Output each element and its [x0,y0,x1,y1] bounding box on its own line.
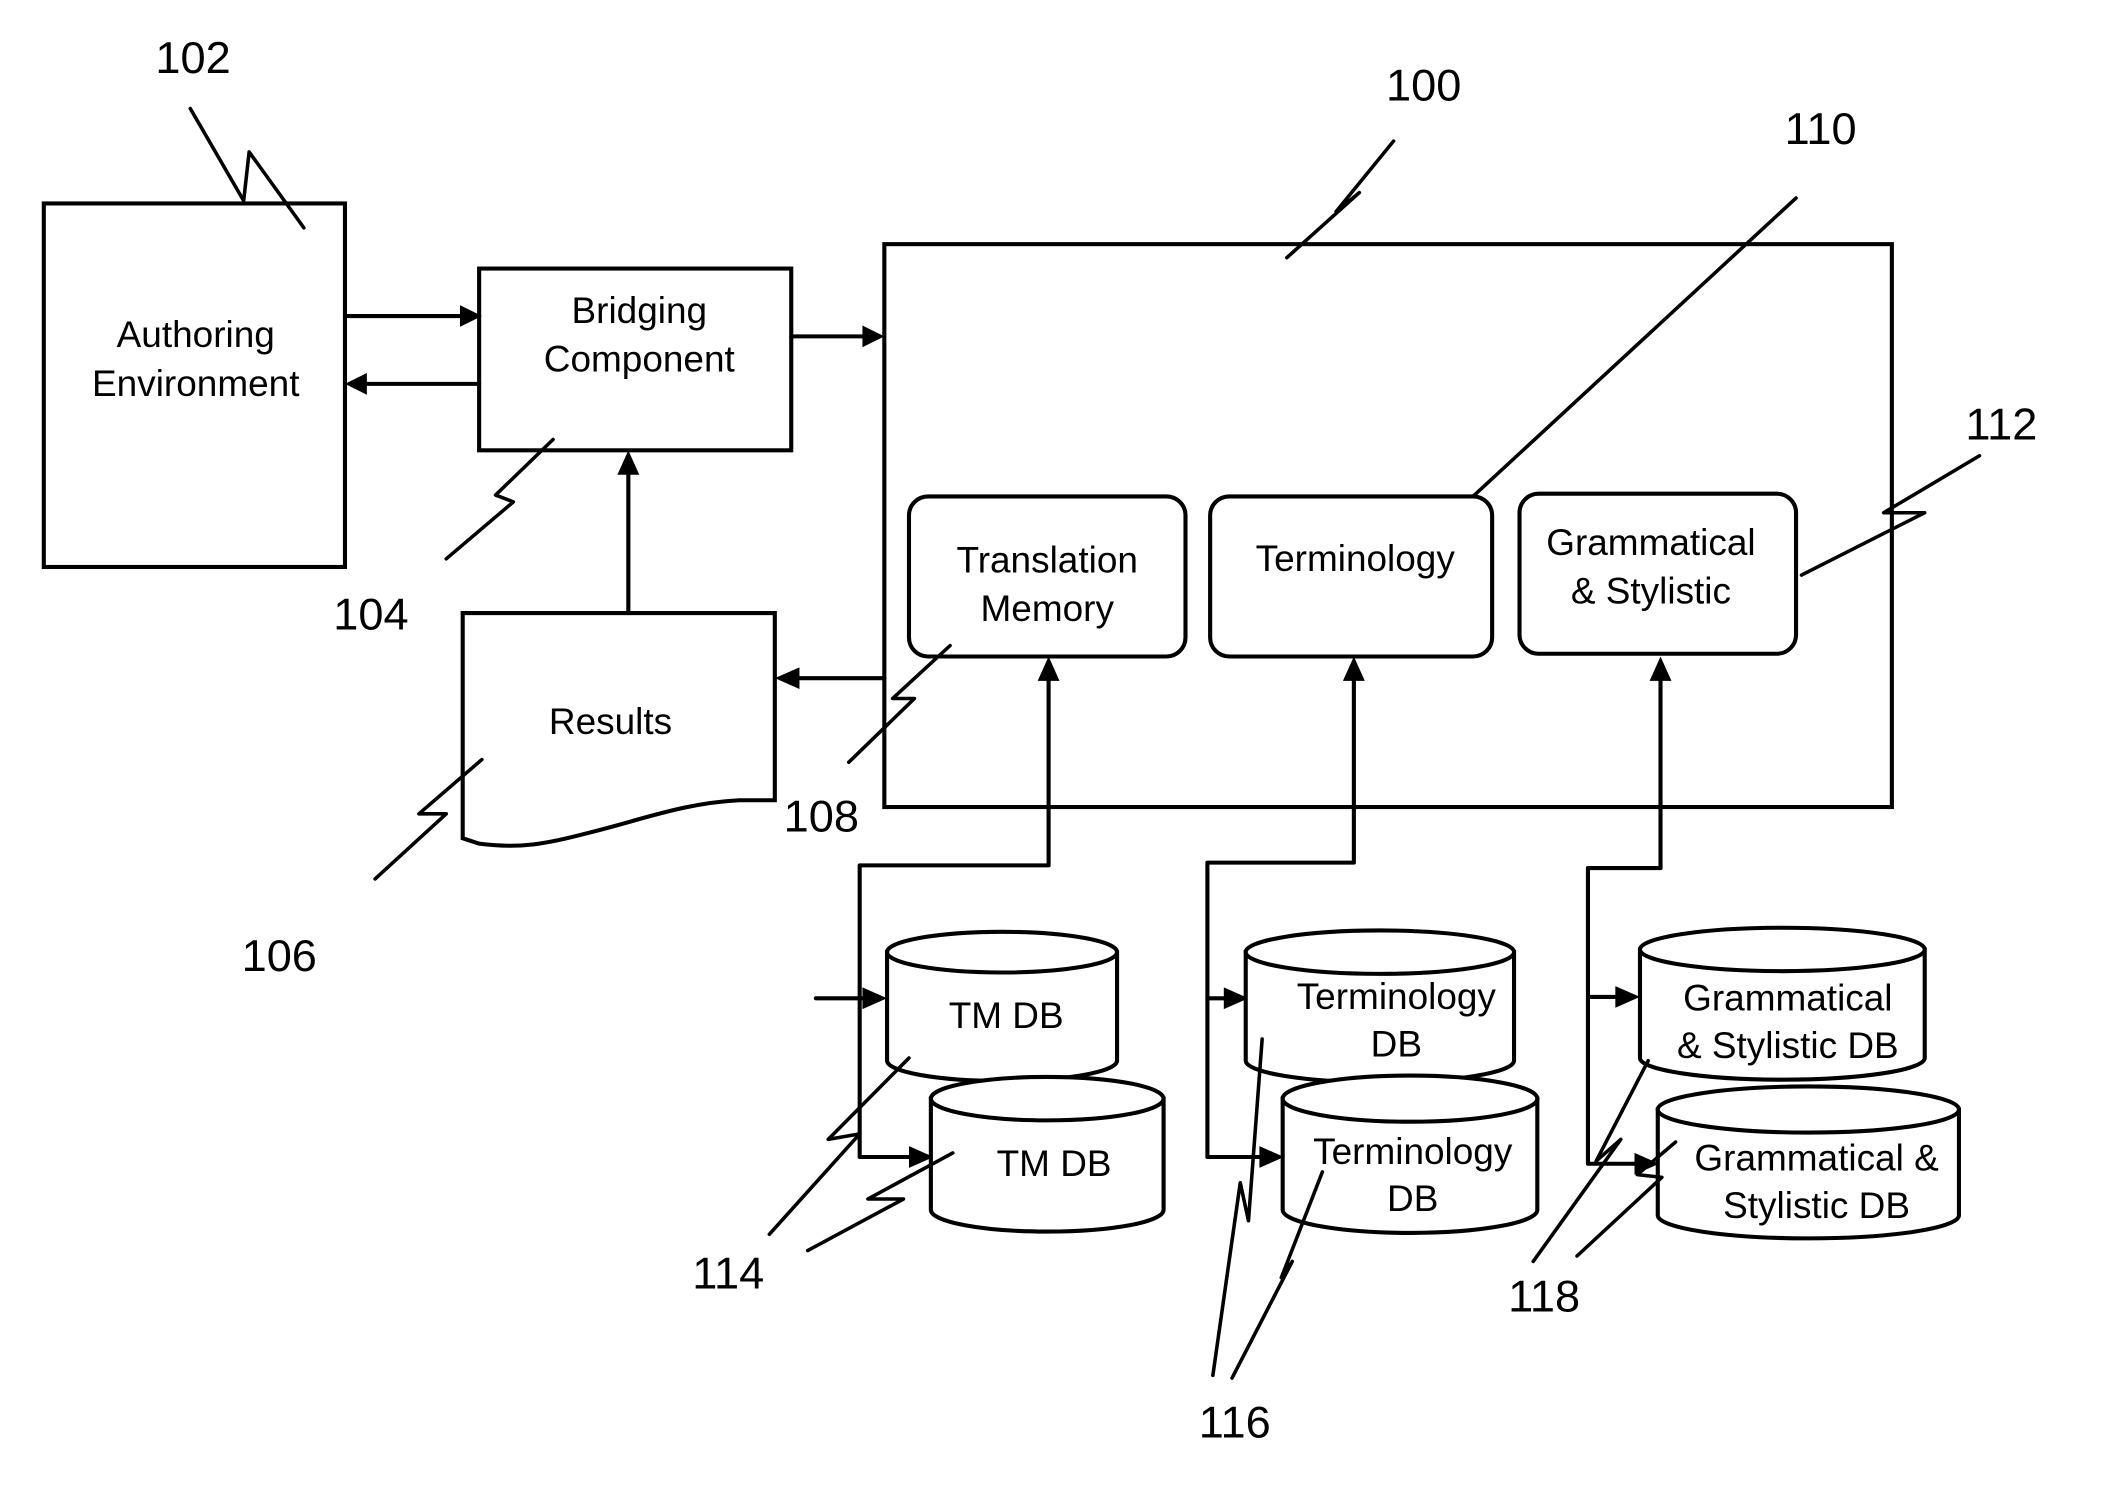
ref-114: 114 [692,1056,955,1299]
tm-db-cylinder-2: TM DB [928,1074,1166,1234]
bridging-to-system-arrow [789,325,885,348]
grammatical-stylistic-label-line1: Grammatical [1546,522,1755,563]
leader-line-104 [444,437,555,561]
translation-memory-module: Translation Memory [906,494,1188,659]
authoring-environment-block: Authoring Environment [41,201,348,569]
system-to-results-arrow [774,667,887,690]
ref-label-110: 110 [1785,103,1857,154]
authoring-environment-label-line1: Authoring [117,314,275,355]
ref-label-118: 118 [1508,1271,1580,1322]
terminology-db-cylinder-1: Terminology DB [1243,928,1517,1085]
ref-104: 104 [333,437,555,640]
ref-label-114: 114 [692,1248,764,1299]
ref-112: 112 [1799,399,2037,577]
ref-label-106: 106 [242,930,317,981]
ref-106: 106 [242,757,484,981]
ref-100: 100 [1285,60,1461,260]
bridging-component-block: Bridging Component [477,266,794,453]
leader-line-118a [1531,1058,1650,1264]
terminology-db-2-label-line2: DB [1387,1178,1438,1219]
translation-memory-label-line1: Translation [957,540,1138,581]
grammatical-stylistic-db-2-label-line2: Stylistic DB [1723,1185,1910,1226]
results-document-block: Results [460,611,777,848]
terminology-module: Terminology [1208,494,1495,659]
leader-line-108 [846,643,952,765]
grammatical-stylistic-db-1-label-line2: & Stylistic DB [1677,1025,1899,1066]
patent-block-diagram: Authoring Environment Bridging Component… [41,32,2037,1448]
ref-label-102: 102 [155,32,230,83]
terminology-db-1-label-line2: DB [1371,1024,1422,1065]
ref-110: 110 [1471,103,1857,499]
grammatical-stylistic-module: Grammatical & Stylistic [1517,491,1799,656]
results-label: Results [549,701,672,742]
bridging-component-label-line2: Component [544,339,735,380]
tm-db-cylinder-1: TM DB [885,929,1120,1084]
translation-memory-label-line2: Memory [981,588,1115,629]
terminology-db-2-label-line1: Terminology [1313,1131,1513,1172]
ref-label-108: 108 [784,791,859,842]
leader-line-100 [1285,139,1396,260]
bridging-component-label-line1: Bridging [572,290,708,331]
grammatical-stylistic-db-cylinder-1: Grammatical & Stylistic DB [1637,925,1927,1082]
grammatical-stylistic-db-1-label-line1: Grammatical [1683,978,1892,1019]
results-to-bridging-arrow [617,450,640,616]
terminology-db-cylinder-2: Terminology DB [1280,1073,1540,1235]
ref-102: 102 [155,32,306,230]
bridging-to-authoring-arrow [344,373,482,395]
authoring-environment-label-line2: Environment [92,363,299,404]
ref-108: 108 [784,643,952,842]
tm-db-2-label: TM DB [997,1143,1112,1184]
grammatical-stylistic-db-cylinder-2: Grammatical & Stylistic DB [1655,1084,1961,1241]
terminology-label: Terminology [1256,538,1456,579]
leader-line-116a [1211,1037,1264,1378]
grammatical-stylistic-db-2-label-line1: Grammatical & [1694,1138,1938,1179]
ref-label-104: 104 [333,589,408,640]
tm-db-1-label: TM DB [949,995,1064,1036]
authoring-to-bridging-arrow [342,305,482,327]
terminology-db-1-label-line1: Terminology [1297,976,1497,1017]
ref-label-100: 100 [1386,60,1461,111]
ref-label-116: 116 [1199,1397,1271,1448]
grammatical-stylistic-label-line2: & Stylistic [1571,571,1731,612]
ref-label-112: 112 [1965,399,2037,450]
